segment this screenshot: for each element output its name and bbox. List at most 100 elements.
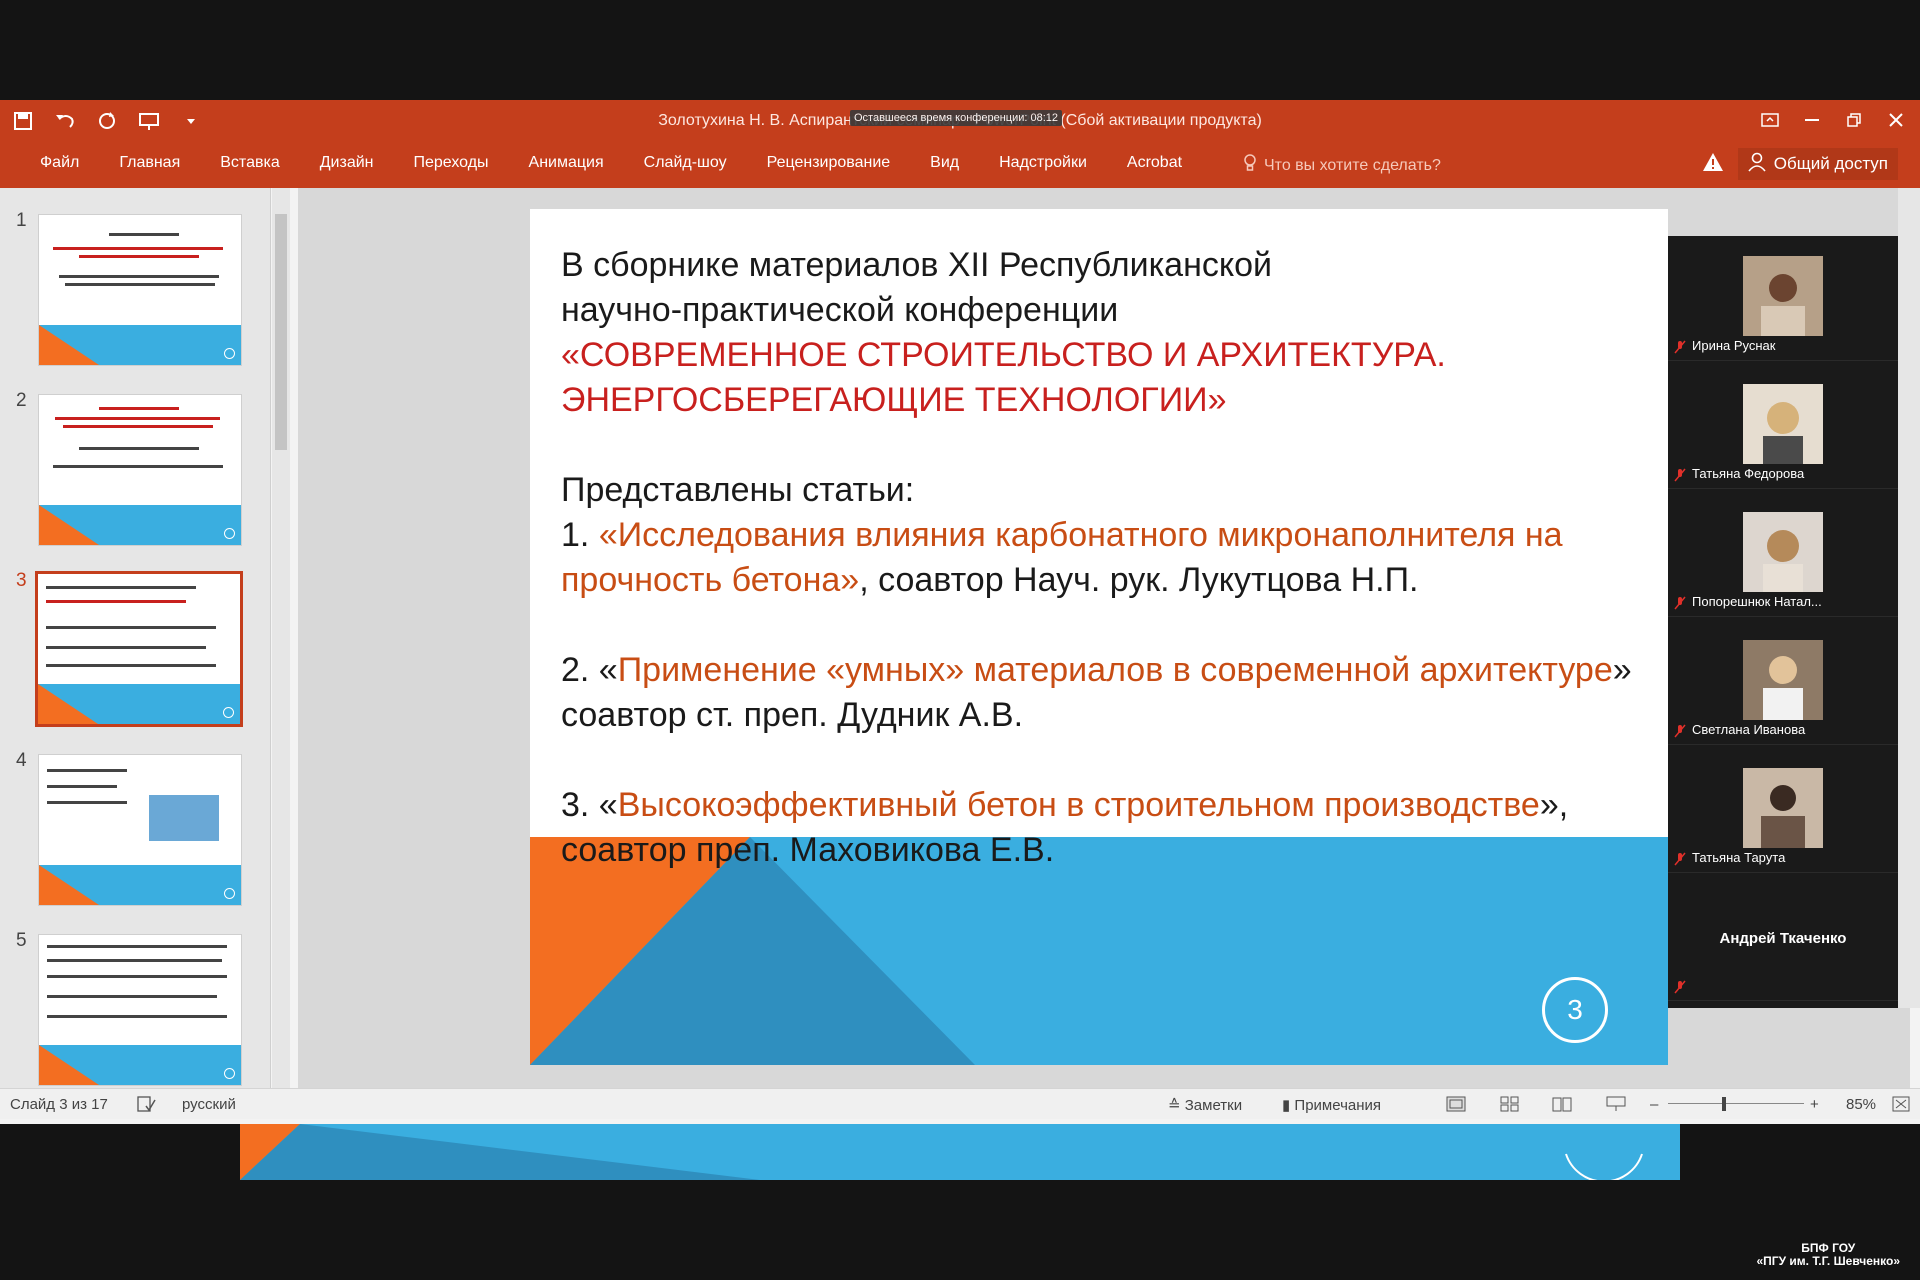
tab-review[interactable]: Рецензирование <box>747 154 911 172</box>
reading-view-icon[interactable] <box>1552 1096 1572 1116</box>
zoom-in-button[interactable]: + <box>1810 1096 1819 1113</box>
tab-slideshow[interactable]: Слайд-шоу <box>624 154 747 172</box>
article-item-3: 3. «Высокоэффективный бетон в строительн… <box>561 786 1569 869</box>
thumbnail-number: 1 <box>16 210 27 231</box>
close-icon[interactable] <box>1878 104 1914 136</box>
tab-file[interactable]: Файл <box>20 154 99 172</box>
status-bar: Слайд 3 из 17 русский ≙ Заметки ▮ Примеч… <box>0 1088 1920 1119</box>
thumbnail-row[interactable]: 3 <box>0 570 260 730</box>
share-label: Общий доступ <box>1773 154 1888 173</box>
tab-transitions[interactable]: Переходы <box>394 154 509 172</box>
muted-mic-icon <box>1674 852 1686 866</box>
participant-name: Татьяна Тарута <box>1692 850 1786 865</box>
zoom-level[interactable]: 85% <box>1846 1096 1876 1113</box>
slideshow-view-icon[interactable] <box>1606 1096 1626 1116</box>
tab-animations[interactable]: Анимация <box>509 154 624 172</box>
slide-text-body: В сборнике материалов XII Республиканско… <box>561 243 1651 873</box>
current-slide[interactable]: В сборнике материалов XII Республиканско… <box>530 209 1668 1065</box>
muted-mic-icon <box>1674 724 1686 738</box>
tab-view[interactable]: Вид <box>910 154 979 172</box>
thumbnail-number: 2 <box>16 390 27 411</box>
zoom-out-button[interactable]: – <box>1650 1096 1658 1113</box>
thumbnail-number: 5 <box>16 930 27 951</box>
thumbnail-scrollbar[interactable] <box>272 188 290 1088</box>
tell-me-search[interactable]: Что вы хотите сделать? <box>1244 154 1441 177</box>
muted-mic-icon <box>1674 468 1686 482</box>
strip-decor <box>240 1124 1643 1180</box>
shared-screen-strip <box>240 1124 1680 1180</box>
participant-tile[interactable]: Татьяна Тарута <box>1668 748 1898 873</box>
notes-icon: ≙ <box>1168 1097 1185 1114</box>
slide-thumbnail[interactable] <box>38 934 242 1086</box>
participant-tile[interactable]: Светлана Иванова <box>1668 620 1898 745</box>
lightbulb-icon <box>1244 154 1256 177</box>
tab-home[interactable]: Главная <box>99 154 200 172</box>
window-controls <box>1752 104 1914 136</box>
minimize-icon[interactable] <box>1794 104 1830 136</box>
comments-button[interactable]: ▮ Примечания <box>1282 1096 1381 1114</box>
ribbon-display-options-icon[interactable] <box>1752 104 1788 136</box>
tab-design[interactable]: Дизайн <box>300 154 394 172</box>
slide-counter: Слайд 3 из 17 <box>10 1096 108 1113</box>
zoom-slider[interactable] <box>1668 1103 1804 1104</box>
tab-insert[interactable]: Вставка <box>200 154 299 172</box>
article-item-1: 1. «Исследования влияния карбонатного ми… <box>561 516 1563 599</box>
conference-timer-tooltip: Оставшееся время конференции: 08:12 <box>850 110 1062 126</box>
notes-button[interactable]: ≙ Заметки <box>1168 1096 1242 1114</box>
participant-photo <box>1743 256 1823 336</box>
slide-line-1: В сборнике материалов XII Республиканско… <box>561 246 1273 284</box>
tab-addins[interactable]: Надстройки <box>979 154 1107 172</box>
comment-icon: ▮ <box>1282 1097 1295 1114</box>
watermark: БПФ ГОУ «ПГУ им. Т.Г. Шевченко» <box>1757 1242 1901 1268</box>
watermark-line-2: «ПГУ им. Т.Г. Шевченко» <box>1756 1254 1901 1268</box>
slide-thumbnail[interactable] <box>38 754 242 906</box>
slide-line-2: научно-практической конференции <box>561 291 1119 329</box>
thumbnail-number: 4 <box>16 750 27 771</box>
participant-photo <box>1743 768 1823 848</box>
participant-photo <box>1743 640 1823 720</box>
participant-name: Светлана Иванова <box>1692 722 1806 737</box>
slide-thumbnail-selected[interactable] <box>35 571 243 727</box>
conference-title-2: ЭНЕРГОСБЕРЕГАЮЩИЕ ТЕХНОЛОГИИ» <box>561 381 1227 419</box>
muted-mic-icon <box>1674 596 1686 610</box>
warning-icon[interactable] <box>1702 152 1724 177</box>
tab-acrobat[interactable]: Acrobat <box>1107 154 1202 172</box>
language-indicator[interactable]: русский <box>182 1096 236 1113</box>
article-item-2: 2. «Применение «умных» материалов в совр… <box>561 651 1632 734</box>
zoom-slider-thumb[interactable] <box>1722 1097 1726 1111</box>
person-icon <box>1748 152 1766 177</box>
thumbnail-row[interactable]: 2 <box>0 390 260 550</box>
thumbnail-number: 3 <box>16 570 27 591</box>
thumbnail-row[interactable]: 1 <box>0 210 260 370</box>
muted-mic-icon <box>1674 340 1686 354</box>
restore-icon[interactable] <box>1836 104 1872 136</box>
participant-tile[interactable]: Татьяна Федорова <box>1668 364 1898 489</box>
slide-sorter-icon[interactable] <box>1500 1096 1520 1116</box>
muted-mic-icon <box>1674 980 1686 994</box>
slide-thumbnail-pane: 1 2 3 4 5 <box>0 188 271 1088</box>
spellcheck-icon[interactable] <box>136 1096 156 1116</box>
participant-tile[interactable]: Андрей Ткаченко <box>1668 876 1898 1001</box>
slide-thumbnail[interactable] <box>38 214 242 366</box>
title-bar: Золотухина Н. В. Аспирантский семинар - … <box>0 100 1920 142</box>
slide-number-badge: 3 <box>1542 977 1608 1043</box>
conference-title-1: «СОВРЕМЕННОЕ СТРОИТЕЛЬСТВО И АРХИТЕКТУРА… <box>561 336 1446 374</box>
share-button[interactable]: Общий доступ <box>1737 148 1898 180</box>
slide-thumbnail[interactable] <box>38 394 242 546</box>
video-participants-panel: Ирина Руснак Татьяна Федорова Попорешнюк… <box>1668 236 1898 1008</box>
participant-photo <box>1743 384 1823 464</box>
participant-name: Татьяна Федорова <box>1692 466 1805 481</box>
participant-name: Ирина Руснак <box>1692 338 1776 353</box>
presented-heading: Представлены статьи: <box>561 471 915 509</box>
participant-name: Андрей Ткаченко <box>1719 930 1847 947</box>
participant-tile[interactable]: Попорешнюк Натал... <box>1668 492 1898 617</box>
participant-photo <box>1743 512 1823 592</box>
thumbnail-row[interactable]: 4 <box>0 750 260 910</box>
ribbon-tabs: Файл Главная Вставка Дизайн Переходы Ани… <box>0 142 1920 188</box>
participant-tile[interactable]: Ирина Руснак <box>1668 236 1898 361</box>
participant-name: Попорешнюк Натал... <box>1692 594 1822 609</box>
fit-to-window-icon[interactable] <box>1892 1096 1910 1116</box>
thumbnail-row[interactable]: 5 <box>0 930 260 1090</box>
normal-view-icon[interactable] <box>1446 1096 1466 1116</box>
editor-scrollbar[interactable] <box>1898 188 1920 1008</box>
